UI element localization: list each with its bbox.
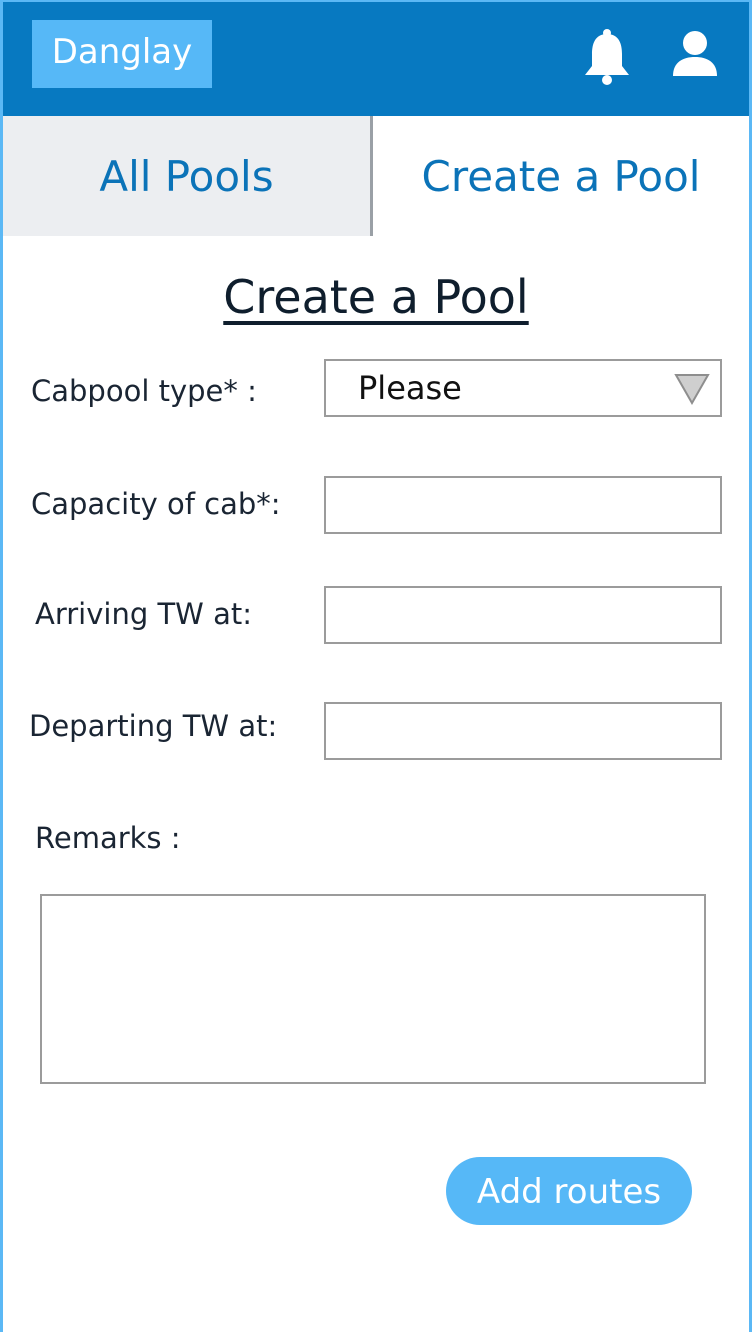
arriving-label: Arriving TW at: <box>35 597 252 631</box>
page-title: Create a Pool <box>223 270 529 324</box>
tab-all-pools[interactable]: All Pools <box>3 116 373 236</box>
capacity-label: Capacity of cab*: <box>31 487 281 521</box>
app-frame: Danglay All Pools Create a Pool Create a… <box>0 0 752 1332</box>
tab-create-pool[interactable]: Create a Pool <box>373 116 749 236</box>
cabpool-type-select[interactable]: Please <box>324 359 722 417</box>
bell-icon[interactable] <box>581 28 633 86</box>
capacity-input[interactable] <box>324 476 722 534</box>
remarks-label: Remarks : <box>35 821 181 855</box>
remarks-textarea[interactable] <box>40 894 706 1084</box>
departing-label: Departing TW at: <box>29 709 278 743</box>
cabpool-type-value: Please <box>358 369 462 407</box>
tab-bar: All Pools Create a Pool <box>3 116 749 236</box>
add-routes-button[interactable]: Add routes <box>446 1157 692 1225</box>
chevron-down-icon <box>674 374 710 405</box>
cabpool-type-label: Cabpool type* : <box>31 374 257 408</box>
user-icon[interactable] <box>671 30 719 78</box>
brand-logo[interactable]: Danglay <box>32 20 212 88</box>
arriving-input[interactable] <box>324 586 722 644</box>
app-header: Danglay <box>3 2 749 116</box>
departing-input[interactable] <box>324 702 722 760</box>
